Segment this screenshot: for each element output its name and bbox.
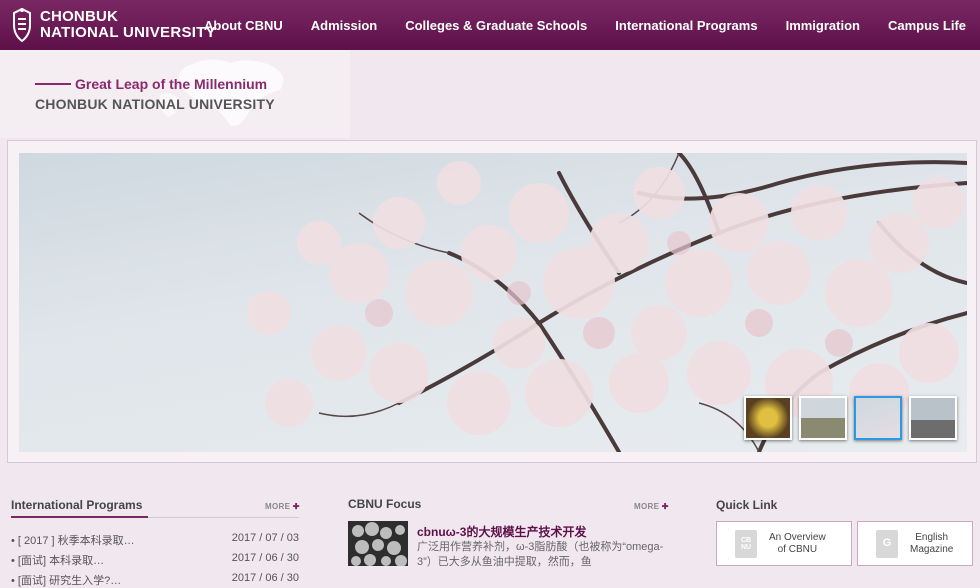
international-programs-title: International Programs [11,498,143,512]
quick-link-label-line1: An Overview [769,531,826,543]
nav-admission[interactable]: Admission [311,18,377,33]
plus-icon: ✚ [292,502,300,511]
quick-link-label-line1: English [915,531,949,543]
list-item-date: 2017 / 06 / 30 [231,572,299,584]
list-item-title[interactable]: • [面试] 本科录取… [11,552,104,568]
cbnu-focus-more-link[interactable]: MORE ✚ [634,502,669,511]
tagline-rule [35,83,71,85]
magazine-icon: G [876,529,898,558]
cbnu-book-icon: CB NU [735,529,757,558]
nav-about-cbnu[interactable]: About CBNU [204,18,283,33]
quick-link-label-line2: Magazine [910,543,954,555]
more-label: MORE [634,502,660,511]
slideshow-thumbnails [744,396,957,440]
tagline: Great Leap of the Millennium [35,76,267,92]
university-name: CHONBUK NATIONAL UNIVERSITY [35,96,275,112]
more-label: MORE [265,502,291,511]
nav-campus-life[interactable]: Campus Life [888,18,966,33]
quick-link-label-line2: of CBNU [777,543,818,555]
slide-thumbnail-4[interactable] [909,396,957,440]
section-rule [148,517,299,518]
slide-thumbnail-2[interactable] [799,396,847,440]
quick-link-label: An Overview of CBNU [769,532,826,556]
microscope-photo [348,521,408,566]
tagline-text: Great Leap of the Millennium [75,76,268,92]
list-item-title[interactable]: • [ 2017 ] 秋季本科录取… [11,532,135,548]
nav-colleges-graduate-schools[interactable]: Colleges & Graduate Schools [405,18,587,33]
quick-link-overview-of-cbnu[interactable]: CB NU An Overview of CBNU [716,521,852,566]
focus-thumbnail-image[interactable] [348,521,408,566]
plus-icon: ✚ [661,502,669,511]
list-item-title[interactable]: • [面试] 研究生入学?… [11,572,121,588]
emblem-icon [13,7,31,43]
list-item-date: 2017 / 07 / 03 [231,532,299,544]
cbnu-focus-title: CBNU Focus [348,497,422,511]
quick-link-english-magazine[interactable]: G English Magazine [857,521,973,566]
international-programs-more-link[interactable]: MORE ✚ [265,502,300,511]
nav-international-programs[interactable]: International Programs [615,18,757,33]
slide-thumbnail-3[interactable] [854,396,902,440]
focus-headline[interactable]: cbnuω-3的大规模生产技术开发 [417,523,586,540]
list-item: • [面试] 研究生入学?… 2017 / 06 / 30 [11,572,299,588]
list-item: • [面试] 本科录取… 2017 / 06 / 30 [11,552,299,568]
list-item-date: 2017 / 06 / 30 [231,552,299,564]
university-logo[interactable]: CHONBUK NATIONAL UNIVERSITY [10,4,216,46]
main-nav: About CBNU Admission Colleges & Graduate… [190,0,980,50]
world-map-decoration [159,59,284,126]
top-navigation-bar: CHONBUK NATIONAL UNIVERSITY About CBNU A… [0,0,980,50]
nav-immigration[interactable]: Immigration [786,18,860,33]
slide-thumbnail-1[interactable] [744,396,792,440]
section-underline [11,516,148,518]
quick-link-title: Quick Link [716,498,778,512]
quick-link-label: English Magazine [910,532,953,556]
list-item: • [ 2017 ] 秋季本科录取… 2017 / 07 / 03 [11,532,299,548]
focus-summary: 广泛用作营养补剂，ω-3脂肪酸（也被称为“omega-3”）已大多从鱼油中提取，… [417,541,664,568]
